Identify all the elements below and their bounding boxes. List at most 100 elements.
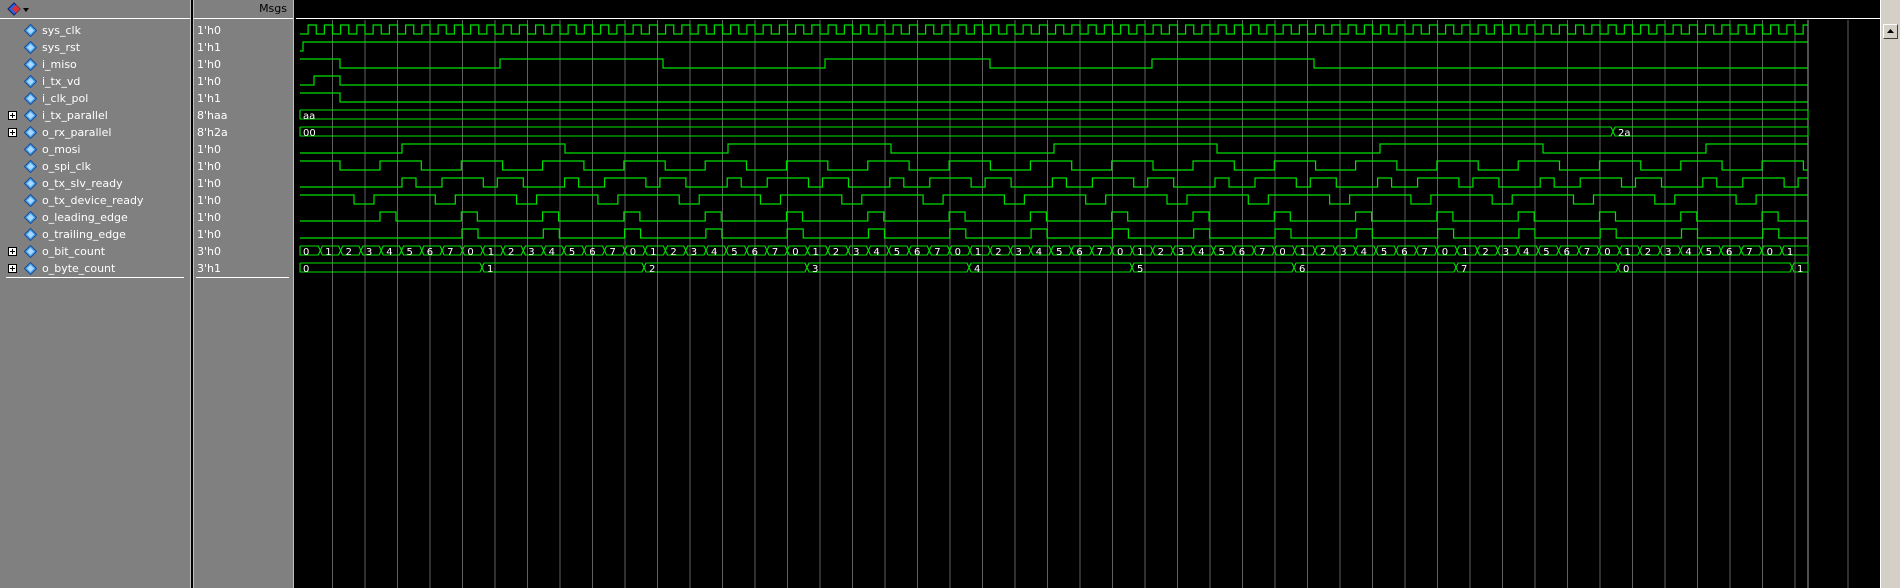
o-bit-count-value-label: 7 — [447, 247, 453, 258]
o-bit-count-value-label: 4 — [1361, 247, 1367, 258]
expand-icon[interactable] — [8, 247, 17, 256]
signal-row-i-tx-parallel[interactable]: i_tx_parallel — [0, 107, 190, 124]
scroll-up-button[interactable] — [1883, 24, 1898, 39]
o-bit-count-value-label: 1 — [1787, 247, 1793, 258]
signal-row-sys-clk[interactable]: sys_clk — [0, 22, 190, 39]
o-bit-count-value-label: 5 — [1219, 247, 1225, 258]
signal-diamond-icon — [24, 245, 37, 258]
o-byte-count-value-label: 4 — [974, 264, 980, 275]
sys-rst-wave — [300, 41, 1808, 52]
o-bit-count-value-label: 4 — [1523, 247, 1529, 258]
signal-row-i-tx-vd[interactable]: i_tx_vd — [0, 73, 190, 90]
i-tx-parallel-value-label: aa — [303, 111, 315, 122]
signal-values-pane: Msgs 1'h0 1'h1 1'h0 1'h0 1'h1 8'haa 8'h2a 1'h0 1… — [193, 0, 294, 588]
expand-icon[interactable] — [8, 264, 17, 273]
waveform-pane[interactable]: aa 00 2a 0 1 2 3 4 5 6 7 0 1 2 3 4 5 6 7 0 1 2 3 4 5 6 7 0 1 2 3 4 5 6 7 0 1… — [296, 0, 1880, 588]
o-trailing-edge-wave — [300, 228, 1808, 239]
i-clk-pol-wave — [300, 92, 1808, 103]
signal-value: 3'h0 — [197, 245, 221, 258]
signal-diamond-icon — [24, 92, 37, 105]
o-bit-count-value-label: 7 — [772, 247, 778, 258]
expand-icon[interactable] — [8, 111, 17, 120]
signal-row-o-rx-parallel[interactable]: o_rx_parallel — [0, 124, 190, 141]
o-bit-count-value-label: 3 — [1503, 247, 1509, 258]
o-bit-count-value-label: 3 — [853, 247, 859, 258]
o-bit-count-value-label: 7 — [1422, 247, 1428, 258]
waveform-canvas[interactable]: aa00 2a0 1 2 3 4 5 6 7 0 1 2 3 4 5 6 7 0 1 2 3 4 5 6 7 0 1 2 3 4 5 6 7 0 1… — [296, 0, 1880, 588]
o-bit-count-value-label: 2 — [1645, 247, 1651, 258]
signal-row-o-leading-edge[interactable]: o_leading_edge — [0, 209, 190, 226]
signal-diamond-icon — [24, 228, 37, 241]
vertical-scrollbar[interactable] — [1880, 0, 1900, 588]
signal-row-o-mosi[interactable]: o_mosi — [0, 141, 190, 158]
signal-value: 1'h0 — [197, 58, 221, 71]
signal-row-o-spi-clk[interactable]: o_spi_clk — [0, 158, 190, 175]
signal-row-o-tx-slv-ready[interactable]: o_tx_slv_ready — [0, 175, 190, 192]
signal-diamond-icon — [24, 24, 37, 37]
o-byte-count-value-label: 6 — [1299, 264, 1305, 275]
signal-name-label: i_clk_pol — [42, 92, 89, 105]
msgs-label: Msgs — [259, 2, 287, 15]
o-bit-count-value-label: 6 — [914, 247, 920, 258]
signal-diamond-icon — [24, 160, 37, 173]
o-bit-count-value-label: 6 — [752, 247, 758, 258]
signal-name-label: o_trailing_edge — [42, 228, 126, 241]
o-bit-count-value-label: 7 — [1584, 247, 1590, 258]
signal-name-label: o_leading_edge — [42, 211, 128, 224]
o-bit-count-value-label: 2 — [995, 247, 1001, 258]
o-bit-count-value-label: 7 — [610, 247, 616, 258]
signal-value: 3'h1 — [197, 262, 221, 275]
o-bit-count-value-label: 1 — [488, 247, 494, 258]
o-rx-parallel-value-label: 00 — [303, 128, 316, 139]
o-bit-count-value-label: 1 — [650, 247, 656, 258]
signal-row-i-miso[interactable]: i_miso — [0, 56, 190, 73]
o-bit-count-value-label: 2 — [1320, 247, 1326, 258]
arrow-up-icon — [1887, 29, 1894, 33]
signal-name-label: i_miso — [42, 58, 77, 71]
o-byte-count-segment — [481, 262, 645, 273]
signal-value: 8'h2a — [197, 126, 228, 139]
signal-row-sys-rst[interactable]: sys_rst — [0, 39, 190, 56]
o-bit-count-value-label: 4 — [386, 247, 392, 258]
signal-names-pane: sys_clk sys_rst i_miso i_tx_vd i_clk_pol i_tx… — [0, 0, 191, 588]
i-tx-parallel-segment — [299, 109, 1809, 120]
o-bit-count-value-label: 2 — [833, 247, 839, 258]
o-byte-count-value-label: 5 — [1137, 264, 1143, 275]
o-bit-count-value-label: 6 — [1401, 247, 1407, 258]
o-bit-count-value-label: 3 — [366, 247, 372, 258]
signal-row-o-trailing-edge[interactable]: o_trailing_edge — [0, 226, 190, 243]
signal-diamond-icon — [24, 262, 37, 275]
o-bit-count-value-label: 3 — [528, 247, 534, 258]
i-miso-wave — [300, 58, 1808, 69]
o-bit-count-value-label: 7 — [934, 247, 940, 258]
o-bit-count-value-label: 5 — [569, 247, 575, 258]
o-bit-count-value-label: 5 — [1056, 247, 1062, 258]
o-bit-count-value-label: 2 — [508, 247, 514, 258]
o-bit-count-value-label: 7 — [1097, 247, 1103, 258]
o-byte-count-segment — [968, 262, 1133, 273]
signal-diamond-icon — [24, 41, 37, 54]
signal-value: 1'h0 — [197, 75, 221, 88]
signal-name-label: o_tx_slv_ready — [42, 177, 123, 190]
sys-clk-wave — [300, 24, 1808, 35]
expand-icon[interactable] — [8, 128, 17, 137]
o-byte-count-segment — [1131, 262, 1295, 273]
o-bit-count-value-label: 2 — [1158, 247, 1164, 258]
signal-row-i-clk-pol[interactable]: i_clk_pol — [0, 90, 190, 107]
signal-row-o-tx-device-ready[interactable]: o_tx_device_ready — [0, 192, 190, 209]
signal-row-o-byte-count[interactable]: o_byte_count — [0, 260, 190, 277]
o-bit-count-value-label: 0 — [1604, 247, 1610, 258]
signal-row-o-bit-count[interactable]: o_bit_count — [0, 243, 190, 260]
o-byte-count-value-label: 0 — [303, 264, 309, 275]
signal-name-label: i_tx_vd — [42, 75, 81, 88]
o-bit-count-value-label: 3 — [1340, 247, 1346, 258]
signal-diamond-icon — [24, 194, 37, 207]
signal-name-label: o_tx_device_ready — [42, 194, 144, 207]
o-bit-count-value-label: 1 — [1300, 247, 1306, 258]
o-bit-count-value-label: 0 — [955, 247, 961, 258]
o-bit-count-value-label: 4 — [1685, 247, 1691, 258]
wave-tool-icon[interactable] — [6, 2, 32, 17]
o-byte-count-segment — [1617, 262, 1793, 273]
o-bit-count-value-label: 1 — [1462, 247, 1468, 258]
signal-name-label: o_rx_parallel — [42, 126, 112, 139]
